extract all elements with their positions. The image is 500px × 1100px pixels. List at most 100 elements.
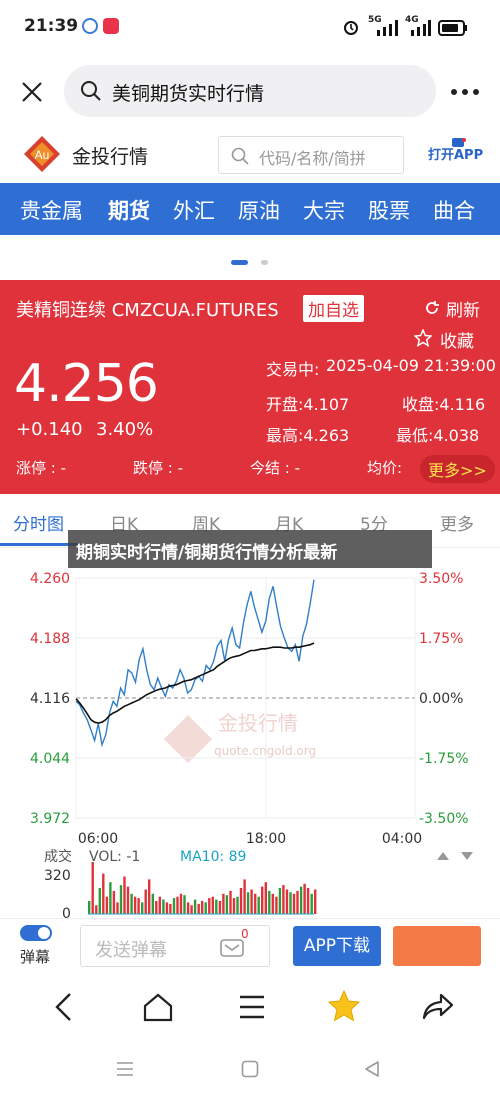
category-other[interactable]: 曲合 bbox=[433, 195, 475, 225]
home-button-icon[interactable] bbox=[241, 1060, 259, 1078]
volume-bar bbox=[232, 898, 236, 914]
volume-bar bbox=[239, 888, 243, 914]
volume-bar bbox=[130, 893, 133, 914]
y-tick-left: 4.116 bbox=[30, 691, 70, 707]
volume-bar bbox=[222, 893, 225, 914]
volume-bar bbox=[289, 892, 292, 914]
site-header: Au 金投行情 代码/名称/简拼 打开APP bbox=[0, 128, 500, 182]
volume-bar bbox=[155, 901, 158, 914]
code-search-placeholder: 代码/名称/简拼 bbox=[259, 149, 366, 168]
category-precious-metals[interactable]: 贵金属 bbox=[20, 195, 83, 225]
volume-bar bbox=[211, 896, 214, 914]
y-tick-left: 4.188 bbox=[30, 631, 70, 647]
volume-bar bbox=[275, 896, 278, 914]
volume-bar bbox=[292, 893, 296, 914]
volume-bar bbox=[268, 890, 271, 914]
volume-tick-top: 320 bbox=[44, 868, 71, 884]
add-watchlist-button[interactable]: 加自选 bbox=[303, 295, 364, 322]
x-tick: 06:00 bbox=[78, 831, 118, 847]
volume-bar bbox=[162, 899, 165, 914]
volume-bar bbox=[148, 879, 151, 915]
danmu-label: 弹幕 bbox=[20, 948, 51, 966]
volume-bar bbox=[257, 896, 260, 914]
volume-bar bbox=[165, 902, 169, 914]
x-tick: 04:00 bbox=[382, 831, 422, 847]
volume-bar bbox=[314, 889, 317, 914]
settle-price: 今结 : - bbox=[250, 459, 301, 477]
article-title-banner[interactable]: 期铜实时行情/铜期货行情分析最新 bbox=[68, 530, 432, 568]
tab-intraday[interactable]: 分时图 bbox=[13, 510, 64, 535]
menu-icon[interactable] bbox=[238, 994, 266, 1020]
search-input[interactable]: 美铜期货实时行情 bbox=[64, 65, 436, 117]
expand-down-icon[interactable] bbox=[461, 852, 473, 860]
price-change: +0.140 bbox=[16, 419, 83, 440]
close-icon[interactable] bbox=[20, 80, 44, 104]
volume-bar bbox=[264, 882, 267, 914]
open-price: 开盘:4.107 bbox=[266, 395, 350, 414]
volume-bar bbox=[102, 873, 105, 914]
volume-bar bbox=[278, 888, 282, 914]
intraday-chart: 金投行情 quote.cngold.org 4.260 4.188 4.116 4.0… bbox=[30, 571, 473, 920]
y-tick-right: 1.75% bbox=[419, 631, 463, 647]
back-icon[interactable] bbox=[52, 992, 76, 1022]
danmu-toggle[interactable] bbox=[20, 925, 52, 941]
open-app-button[interactable]: 打开APP bbox=[428, 144, 483, 163]
home-icon[interactable] bbox=[142, 992, 174, 1022]
more-menu-icon[interactable] bbox=[450, 88, 480, 96]
refresh-icon[interactable] bbox=[424, 300, 440, 316]
star-icon[interactable] bbox=[327, 990, 361, 1022]
volume-bar bbox=[186, 902, 190, 914]
volume-bar bbox=[204, 902, 207, 914]
tab-more[interactable]: 更多 bbox=[440, 510, 474, 535]
volume-bar bbox=[299, 886, 303, 914]
volume-bar bbox=[215, 899, 218, 914]
code-search-input[interactable]: 代码/名称/简拼 bbox=[218, 136, 404, 174]
brand-name[interactable]: 金投行情 bbox=[72, 142, 148, 169]
volume-bar bbox=[183, 895, 186, 914]
y-tick-right: -3.50% bbox=[419, 811, 469, 827]
orange-action-button[interactable] bbox=[393, 926, 481, 966]
category-forex[interactable]: 外汇 bbox=[173, 195, 215, 225]
volume-bar bbox=[208, 898, 211, 914]
volume-bar bbox=[306, 888, 310, 914]
danmu-input[interactable]: 发送弹幕 0 bbox=[80, 925, 270, 967]
quote-panel: 美精铜连续 CMZCUA.FUTURES 加自选 刷新 收藏 4.256 +0.… bbox=[0, 280, 500, 494]
volume-bar bbox=[95, 905, 98, 914]
star-outline-icon[interactable] bbox=[414, 329, 432, 347]
volume-bar bbox=[172, 898, 176, 914]
more-details-button[interactable]: 更多>> bbox=[420, 455, 495, 483]
volume-bar bbox=[126, 886, 130, 914]
page-dot-active bbox=[231, 260, 248, 265]
collapse-up-icon[interactable] bbox=[437, 852, 449, 860]
category-stocks[interactable]: 股票 bbox=[368, 195, 410, 225]
volume-bar bbox=[229, 890, 232, 914]
back-button-icon[interactable] bbox=[363, 1060, 381, 1078]
volume-bar bbox=[193, 899, 197, 914]
volume-bar bbox=[176, 896, 179, 914]
share-icon[interactable] bbox=[421, 992, 455, 1022]
search-icon bbox=[81, 81, 101, 101]
logo-icon[interactable]: Au bbox=[22, 134, 62, 174]
status-time: 21:39 bbox=[24, 16, 79, 36]
category-commodities[interactable]: 大宗 bbox=[303, 195, 345, 225]
trade-status-label: 交易中: bbox=[266, 360, 320, 379]
volume-bar bbox=[197, 903, 200, 914]
volume-bar bbox=[190, 905, 193, 914]
volume-bar bbox=[243, 879, 246, 915]
x-tick: 18:00 bbox=[246, 831, 286, 847]
volume-bar bbox=[254, 893, 257, 914]
category-crude-oil[interactable]: 原油 bbox=[238, 195, 280, 225]
app-download-button[interactable]: APP下载 bbox=[293, 926, 381, 966]
category-nav: 贵金属 期货 外汇 原油 大宗 股票 曲合 bbox=[0, 183, 500, 235]
refresh-button[interactable]: 刷新 bbox=[446, 296, 480, 321]
volume-bar bbox=[296, 890, 299, 914]
watermark-text: 金投行情 bbox=[218, 711, 298, 735]
music-app-icon bbox=[103, 18, 119, 34]
favorite-button[interactable]: 收藏 bbox=[440, 327, 474, 352]
category-futures[interactable]: 期货 bbox=[108, 195, 150, 225]
alarm-icon bbox=[344, 21, 358, 35]
recent-apps-icon[interactable] bbox=[116, 1060, 134, 1078]
volume-bar bbox=[112, 890, 116, 914]
browser-notification-icon bbox=[82, 18, 98, 34]
volume-bar bbox=[105, 896, 109, 914]
